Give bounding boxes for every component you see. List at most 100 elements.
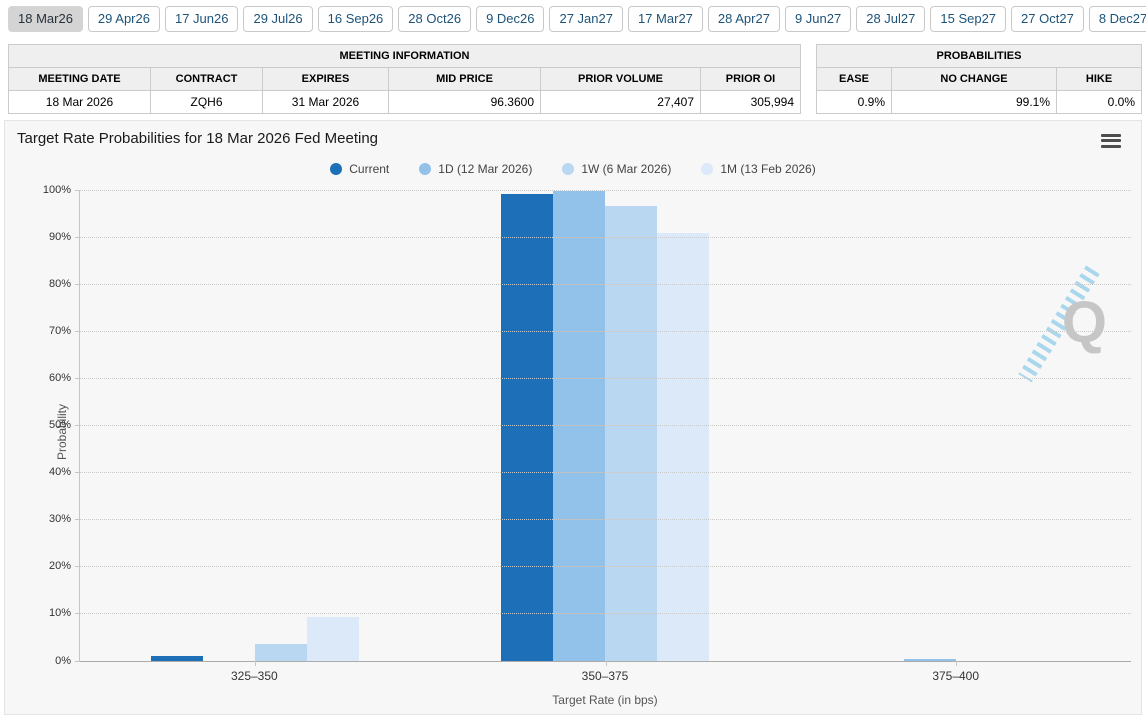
legend-marker-icon — [419, 163, 431, 175]
mid-price-value: 96.3600 — [389, 90, 541, 113]
y-tick-90 — [75, 237, 80, 238]
bar-current-350-375[interactable] — [501, 194, 553, 661]
tab-28-jul27[interactable]: 28 Jul27 — [856, 6, 925, 32]
y-tick-70 — [75, 331, 80, 332]
y-axis-label-60: 60% — [11, 372, 71, 384]
gridline-30 — [80, 519, 1131, 520]
tab-9-jun27[interactable]: 9 Jun27 — [785, 6, 851, 32]
tab-15-sep27[interactable]: 15 Sep27 — [930, 6, 1006, 32]
legend-marker-icon — [562, 163, 574, 175]
tab-27-jan27[interactable]: 27 Jan27 — [549, 6, 623, 32]
x-axis-title: Target Rate (in bps) — [79, 693, 1131, 707]
no-change-value: 99.1% — [892, 90, 1057, 113]
gridline-50 — [80, 425, 1131, 426]
y-axis-label-10: 10% — [11, 607, 71, 619]
meeting-information-table: MEETING INFORMATION MEETING DATE CONTRAC… — [8, 44, 801, 114]
y-tick-20 — [75, 566, 80, 567]
meeting-information-row: 18 Mar 2026 ZQH6 31 Mar 2026 96.3600 27,… — [9, 90, 801, 113]
y-tick-40 — [75, 472, 80, 473]
tab-16-sep26[interactable]: 16 Sep26 — [318, 6, 394, 32]
col-mid-price: MID PRICE — [389, 67, 541, 90]
prior-oi-value: 305,994 — [701, 90, 801, 113]
y-axis-label-40: 40% — [11, 466, 71, 478]
x-axis-category-labels: 325–350350–375375–400 — [79, 669, 1131, 683]
tab-28-oct26[interactable]: 28 Oct26 — [398, 6, 471, 32]
bar-1w-350-375[interactable] — [605, 206, 657, 661]
plot-area: Probability Q 0%10%20%30%40%50%60%70%80%… — [79, 190, 1131, 661]
probabilities-row: 0.9% 99.1% 0.0% — [817, 90, 1142, 113]
y-axis-label-0: 0% — [11, 655, 71, 667]
legend-marker-icon — [330, 163, 342, 175]
legend-item-1w[interactable]: 1W (6 Mar 2026) — [562, 162, 671, 176]
legend-label: 1D (12 Mar 2026) — [438, 162, 532, 176]
col-meeting-date: MEETING DATE — [9, 67, 151, 90]
gridline-60 — [80, 378, 1131, 379]
legend-item-current[interactable]: Current — [330, 162, 389, 176]
hike-value: 0.0% — [1057, 90, 1142, 113]
meeting-information-title: MEETING INFORMATION — [9, 44, 801, 67]
info-tables: MEETING INFORMATION MEETING DATE CONTRAC… — [0, 41, 1146, 114]
y-tick-60 — [75, 378, 80, 379]
y-axis-label-20: 20% — [11, 560, 71, 572]
y-axis-label-50: 50% — [11, 419, 71, 431]
y-tick-100 — [75, 190, 80, 191]
y-tick-80 — [75, 284, 80, 285]
x-axis-label-350-375: 350–375 — [430, 669, 781, 683]
col-no-change: NO CHANGE — [892, 67, 1057, 90]
col-hike: HIKE — [1057, 67, 1142, 90]
chart-legend: Current 1D (12 Mar 2026) 1W (6 Mar 2026) 1M… — [5, 162, 1141, 176]
col-prior-oi: PRIOR OI — [701, 67, 801, 90]
gridline-10 — [80, 613, 1131, 614]
legend-label: Current — [349, 162, 389, 176]
x-axis-label-325-350: 325–350 — [79, 669, 430, 683]
y-axis-label-90: 90% — [11, 231, 71, 243]
legend-label: 1M (13 Feb 2026) — [720, 162, 815, 176]
x-axis-label-375-400: 375–400 — [780, 669, 1131, 683]
x-tick-350-375 — [606, 661, 607, 666]
tab-8-dec27[interactable]: 8 Dec27 — [1089, 6, 1146, 32]
tab-17-jun26[interactable]: 17 Jun26 — [165, 6, 239, 32]
prior-volume-value: 27,407 — [541, 90, 701, 113]
gridline-40 — [80, 472, 1131, 473]
y-tick-0 — [75, 661, 80, 662]
y-axis-label-70: 70% — [11, 325, 71, 337]
meeting-date-value: 18 Mar 2026 — [9, 90, 151, 113]
chart-title: Target Rate Probabilities for 18 Mar 202… — [17, 130, 378, 147]
tab-28-apr27[interactable]: 28 Apr27 — [708, 6, 780, 32]
gridline-20 — [80, 566, 1131, 567]
meeting-date-tabbar: 18 Mar2629 Apr2617 Jun2629 Jul2616 Sep26… — [0, 0, 1146, 41]
tab-29-jul26[interactable]: 29 Jul26 — [243, 6, 312, 32]
col-contract: CONTRACT — [151, 67, 263, 90]
probabilities-table: PROBABILITIES EASE NO CHANGE HIKE 0.9% 9… — [816, 44, 1142, 114]
chart-menu-hamburger-icon[interactable] — [1101, 134, 1121, 151]
bar-1m-350-375[interactable] — [657, 233, 709, 660]
legend-label: 1W (6 Mar 2026) — [581, 162, 671, 176]
y-axis-label-80: 80% — [11, 278, 71, 290]
y-tick-10 — [75, 613, 80, 614]
gridline-90 — [80, 237, 1131, 238]
legend-marker-icon — [701, 163, 713, 175]
target-rate-probabilities-chart: Target Rate Probabilities for 18 Mar 202… — [4, 120, 1142, 715]
expires-value: 31 Mar 2026 — [263, 90, 389, 113]
legend-item-1m[interactable]: 1M (13 Feb 2026) — [701, 162, 815, 176]
gridline-80 — [80, 284, 1131, 285]
tab-18-mar26[interactable]: 18 Mar26 — [8, 6, 83, 32]
bar-1m-325-350[interactable] — [307, 617, 359, 661]
col-ease: EASE — [817, 67, 892, 90]
tab-9-dec26[interactable]: 9 Dec26 — [476, 6, 544, 32]
bar-1w-325-350[interactable] — [255, 644, 307, 661]
y-tick-30 — [75, 519, 80, 520]
tab-17-mar27[interactable]: 17 Mar27 — [628, 6, 703, 32]
legend-item-1d[interactable]: 1D (12 Mar 2026) — [419, 162, 532, 176]
y-axis-title: Probability — [55, 392, 69, 472]
gridline-70 — [80, 331, 1131, 332]
y-axis-label-30: 30% — [11, 513, 71, 525]
x-tick-375-400 — [956, 661, 957, 666]
contract-value: ZQH6 — [151, 90, 263, 113]
y-axis-label-100: 100% — [11, 184, 71, 196]
tab-29-apr26[interactable]: 29 Apr26 — [88, 6, 160, 32]
gridline-100 — [80, 190, 1131, 191]
tab-27-oct27[interactable]: 27 Oct27 — [1011, 6, 1084, 32]
y-tick-50 — [75, 425, 80, 426]
ease-value: 0.9% — [817, 90, 892, 113]
